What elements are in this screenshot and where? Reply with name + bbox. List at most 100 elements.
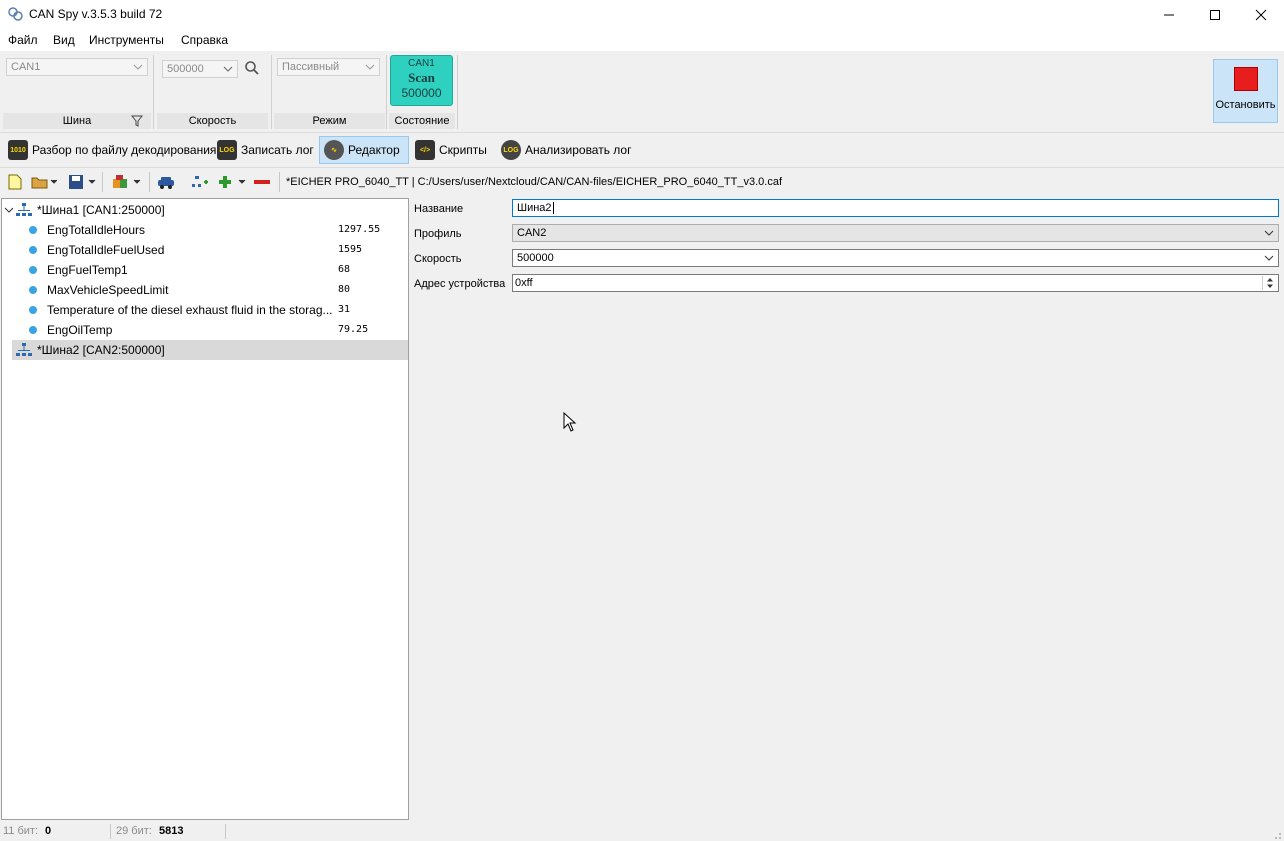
- tree-signal-row[interactable]: Temperature of the diesel exhaust fluid …: [2, 300, 408, 320]
- signal-name: EngFuelTemp1: [47, 263, 128, 277]
- mode-record-button[interactable]: LOG Записать лог: [213, 136, 318, 164]
- maximize-icon: [1210, 10, 1220, 20]
- mode-scripts-label: Скрипты: [439, 143, 487, 157]
- menu-tools[interactable]: Инструменты: [89, 33, 164, 47]
- mode-decode-button[interactable]: 1010 Разбор по файлу декодирования: [4, 136, 220, 164]
- scripts-icon: </>: [415, 140, 435, 160]
- folder-icon: [31, 177, 57, 189]
- maximize-button[interactable]: [1192, 0, 1238, 30]
- prop-speed-label: Скорость: [414, 253, 462, 265]
- signal-dot-icon: [29, 266, 37, 274]
- log-record-icon: LOG: [217, 140, 237, 160]
- signal-name: EngTotalIdleFuelUsed: [47, 243, 165, 257]
- new-file-button[interactable]: [7, 173, 23, 191]
- prop-profile-select[interactable]: CAN2: [512, 224, 1279, 242]
- prop-speed-select[interactable]: 500000: [512, 249, 1279, 267]
- add-node-button[interactable]: [191, 173, 209, 191]
- mode-scripts-button[interactable]: </> Скрипты: [411, 136, 491, 164]
- tree-signal-row[interactable]: MaxVehicleSpeedLimit 80: [2, 280, 408, 300]
- prop-name-value: Шина2: [517, 202, 552, 214]
- ribbon-divider: [153, 55, 154, 129]
- remove-button[interactable]: [253, 173, 271, 191]
- stop-button[interactable]: Остановить: [1213, 59, 1278, 123]
- signal-value: 1595: [338, 244, 363, 255]
- chevron-down-icon[interactable]: [4, 205, 14, 215]
- prop-address-label: Адрес устройства: [414, 278, 506, 290]
- tree-signal-row[interactable]: EngFuelTemp1 68: [2, 260, 408, 280]
- toolbar-divider: [149, 172, 150, 192]
- minimize-button[interactable]: [1146, 0, 1192, 30]
- tree-signal-row[interactable]: EngTotalIdleFuelUsed 1595: [2, 240, 408, 260]
- tree-bus-1[interactable]: *Шина1 [CAN1:250000]: [2, 200, 408, 220]
- mode-analyze-label: Анализировать лог: [525, 143, 632, 157]
- add-tree-node-icon: [192, 176, 208, 187]
- status-divider: [225, 824, 226, 839]
- ribbon-divider: [457, 55, 458, 129]
- mode-decode-label: Разбор по файлу декодирования: [32, 143, 217, 157]
- signal-dot-icon: [29, 306, 37, 314]
- minus-icon: [254, 180, 270, 184]
- tree-bus-2-label: *Шина2 [CAN2:500000]: [37, 343, 165, 357]
- signal-dot-icon: [29, 226, 37, 234]
- search-icon[interactable]: [244, 60, 260, 76]
- speed-select-value: 500000: [167, 63, 204, 75]
- toolbar-divider: [102, 172, 103, 192]
- text-cursor: [552, 202, 554, 214]
- tree-signal-row[interactable]: EngTotalIdleHours 1297.55: [2, 220, 408, 240]
- mode-editor-button[interactable]: ∿ Редактор: [319, 136, 409, 164]
- signal-value: 79.25: [338, 324, 369, 335]
- new-file-icon: [8, 174, 22, 190]
- window-title: CAN Spy v.3.5.3 build 72: [29, 7, 163, 21]
- tree-signal-row[interactable]: EngOilTemp 79.25: [2, 320, 408, 340]
- tree-bus-2[interactable]: *Шина2 [CAN2:500000]: [12, 340, 408, 360]
- stop-label: Остановить: [1215, 99, 1276, 111]
- prop-address-spinbox[interactable]: 0xff: [512, 274, 1279, 292]
- signal-name: EngTotalIdleHours: [47, 223, 146, 237]
- scan-status-speed: 500000: [401, 86, 442, 100]
- save-file-button[interactable]: [68, 173, 96, 191]
- chevron-down-icon: [1264, 230, 1274, 236]
- scan-status-text: Scan: [408, 70, 435, 85]
- bus-tree[interactable]: *Шина1 [CAN1:250000] EngTotalIdleHours 1…: [1, 198, 409, 820]
- plus-icon: [219, 176, 246, 188]
- signal-name: Temperature of the diesel exhaust fluid …: [47, 303, 333, 317]
- close-button[interactable]: [1238, 0, 1284, 30]
- prop-name-input[interactable]: Шина2: [512, 199, 1279, 217]
- module-icon: [113, 175, 141, 188]
- minimize-icon: [1164, 14, 1174, 16]
- add-button[interactable]: [217, 173, 247, 191]
- filter-icon[interactable]: [131, 115, 143, 127]
- ribbon-divider: [271, 55, 272, 129]
- signal-dot-icon: [29, 326, 37, 334]
- file-path: *EICHER PRO_6040_TT | C:/Users/user/Next…: [286, 176, 782, 188]
- toolbar-divider: [279, 172, 280, 192]
- status-bar: 11 бит: 0 29 бит: 5813: [0, 822, 1284, 841]
- signal-dot-icon: [29, 246, 37, 254]
- mouse-cursor-icon: [563, 412, 577, 432]
- bus-select[interactable]: CAN1: [6, 58, 148, 76]
- resize-grip-icon[interactable]: [1270, 828, 1282, 840]
- vehicle-button[interactable]: [157, 173, 175, 191]
- chevron-down-icon: [365, 64, 375, 70]
- bits11-value: 0: [45, 825, 52, 837]
- editor-icon: ∿: [324, 140, 344, 160]
- speed-select[interactable]: 500000: [162, 60, 238, 78]
- close-icon: [1255, 9, 1267, 21]
- menu-help[interactable]: Справка: [181, 33, 228, 47]
- bits29-value: 5813: [159, 825, 184, 837]
- signal-value: 1297.55: [338, 224, 381, 235]
- menu-view[interactable]: Вид: [53, 33, 75, 47]
- signal-dot-icon: [29, 286, 37, 294]
- prop-speed-value: 500000: [517, 252, 554, 264]
- mode-analyze-button[interactable]: LOG Анализировать лог: [497, 136, 635, 164]
- signal-value: 68: [338, 264, 351, 275]
- mode-select-value: Пассивный: [282, 61, 340, 73]
- title-bar: CAN Spy v.3.5.3 build 72: [0, 0, 1284, 30]
- mode-select[interactable]: Пассивный: [277, 58, 380, 76]
- module-button[interactable]: [112, 173, 144, 191]
- decode-file-icon: 1010: [8, 140, 28, 160]
- bus-network-icon: [16, 343, 32, 356]
- spin-buttons[interactable]: [1262, 276, 1277, 290]
- open-file-button[interactable]: [31, 173, 57, 191]
- menu-file[interactable]: Файл: [8, 33, 38, 47]
